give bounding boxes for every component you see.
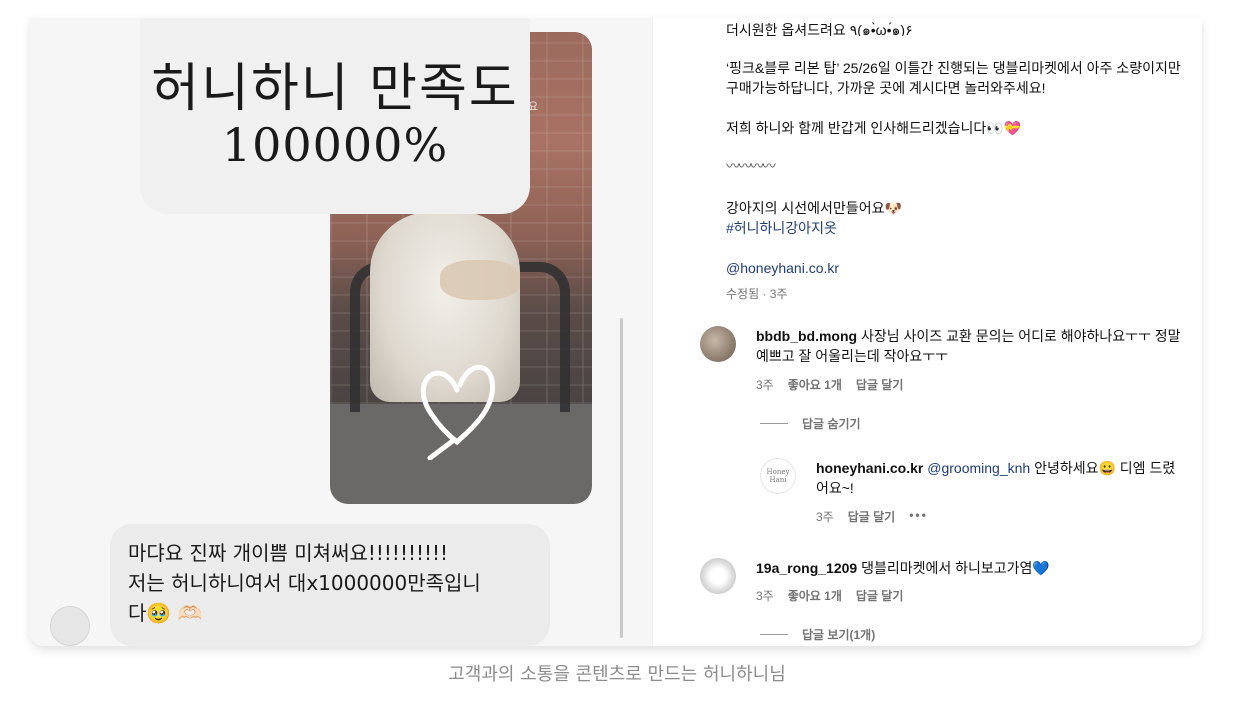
reply-meta: 3주 답글 달기 ••• bbox=[816, 508, 928, 525]
hide-replies-label[interactable]: 답글 숨기기 bbox=[802, 415, 861, 432]
post-panel: 더시원한 옵셔드려요 ٩(๑•̀ω•́๑)۶ ‘핑크&블루 리본 탑’ 25/2… bbox=[653, 18, 1202, 646]
view-replies-toggle[interactable]: 답글 보기(1개) bbox=[760, 626, 875, 643]
caption-top-line: 더시원한 옵셔드려요 ٩(๑•̀ω•́๑)۶ bbox=[726, 22, 913, 36]
comment-meta: 3주 좋아요 1개 답글 달기 bbox=[756, 376, 903, 393]
reply-button[interactable]: 답글 달기 bbox=[856, 587, 904, 604]
caption-paragraph-2: 저희 하니와 함께 반갑게 인사해드리겠습니다👀💝 bbox=[726, 120, 1022, 136]
title-bubble: 허니하니 만족도 100000% bbox=[140, 18, 530, 214]
message-bubble: 마댜요 진짜 개이쁨 미쳐써요!!!!!!!!!! 저는 허니하니여서 대x10… bbox=[110, 524, 550, 646]
reply-username[interactable]: honeyhani.co.kr bbox=[816, 460, 923, 476]
hide-replies-toggle[interactable]: 답글 숨기기 bbox=[760, 415, 861, 432]
avatar[interactable] bbox=[700, 326, 736, 362]
edited-meta: 수정됨 · 3주 bbox=[726, 287, 788, 301]
more-options-icon[interactable]: ••• bbox=[909, 508, 928, 525]
view-replies-label[interactable]: 답글 보기(1개) bbox=[802, 626, 875, 643]
reply-button[interactable]: 답글 달기 bbox=[848, 508, 896, 525]
comment-time: 3주 bbox=[756, 378, 774, 392]
message-line-3: 다🥹 🫶🏻 bbox=[128, 601, 203, 625]
title-line-2: 100000% bbox=[221, 118, 449, 173]
avatar bbox=[50, 606, 90, 646]
dash bbox=[760, 634, 788, 635]
comment-likes[interactable]: 좋아요 1개 bbox=[788, 587, 842, 604]
comment-body: 댕블리마켓에서 하니보고가염💙 bbox=[857, 560, 1050, 576]
avatar[interactable]: Honey Hani bbox=[760, 458, 796, 494]
story-panel: 요 허니하니 만족도 100000% 마댜요 진짜 개이쁨 미쳐써요!!!!!!… bbox=[30, 18, 652, 646]
reply-text: honeyhani.co.kr @grooming_knh 안녕하세요😀 디엠 … bbox=[816, 458, 1186, 498]
bow bbox=[440, 260, 520, 300]
message-line-1: 마댜요 진짜 개이쁨 미쳐써요!!!!!!!!!! bbox=[128, 541, 449, 565]
avatar[interactable] bbox=[700, 558, 736, 594]
message-line-2: 저는 허니하니여서 대x1000000만족입니 bbox=[128, 571, 481, 595]
scrollbar[interactable] bbox=[620, 318, 623, 638]
comment-text: bbdb_bd.mong 사장님 사이즈 교환 문의는 어디로 해야하나요ㅜㅜ … bbox=[756, 326, 1186, 366]
caption-paragraph-3: 강아지의 시선에서만들어요🐶 bbox=[726, 200, 902, 216]
comment-meta: 3주 좋아요 1개 답글 달기 bbox=[756, 587, 903, 604]
caption-squiggle: 〰〰〰〰 bbox=[726, 158, 776, 174]
caption-paragraph-1: ‘핑크&블루 리본 탑’ 25/26일 이틀간 진행되는 댕블리마켓에서 아주 … bbox=[726, 60, 1181, 96]
comment-likes[interactable]: 좋아요 1개 bbox=[788, 376, 842, 393]
comment-text: 19a_rong_1209 댕블리마켓에서 하니보고가염💙 bbox=[756, 558, 1186, 578]
hashtag-link[interactable]: #허니하니강아지옷 bbox=[726, 218, 1186, 238]
reply-mention[interactable]: @grooming_knh bbox=[927, 460, 1030, 476]
heart-doodle-icon bbox=[420, 365, 496, 460]
reply-button[interactable]: 답글 달기 bbox=[856, 376, 904, 393]
comment-username[interactable]: bbdb_bd.mong bbox=[756, 328, 857, 344]
reply-time: 3주 bbox=[816, 510, 834, 524]
comment-username[interactable]: 19a_rong_1209 bbox=[756, 560, 857, 576]
screenshot-card: 요 허니하니 만족도 100000% 마댜요 진짜 개이쁨 미쳐써요!!!!!!… bbox=[30, 18, 1202, 646]
dash bbox=[760, 423, 788, 424]
mention-link[interactable]: @honeyhani.co.kr bbox=[726, 258, 1186, 278]
title-line-1: 허니하니 만족도 bbox=[151, 58, 519, 119]
comment-time: 3주 bbox=[756, 589, 774, 603]
figure-caption: 고객과의 소통을 콘텐츠로 만드는 허니하니님 bbox=[448, 664, 786, 685]
